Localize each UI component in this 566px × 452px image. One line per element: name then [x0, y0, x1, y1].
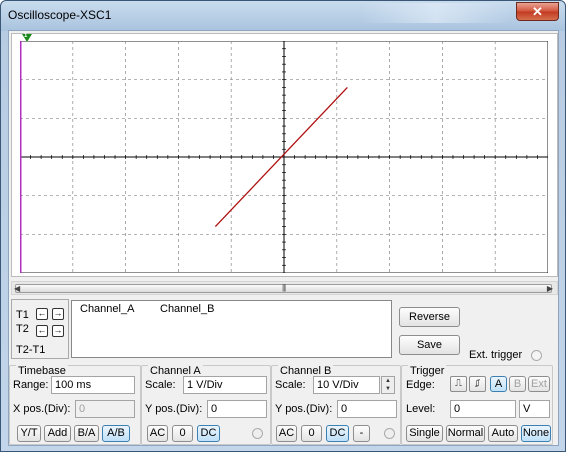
spin-down-icon[interactable]: ▼ — [382, 385, 394, 393]
title-glare — [361, 3, 511, 23]
channel-a-scale-label: Scale: — [145, 379, 176, 391]
channel-b-dc-button[interactable]: DC — [326, 425, 349, 442]
title-bar[interactable]: Oscilloscope-XSC1 ✕ — [1, 1, 565, 29]
rising-edge-icon[interactable]: ⎍ — [450, 376, 467, 392]
channel-b-zero-button[interactable]: 0 — [301, 425, 322, 442]
channel-b-minus-button[interactable]: - — [353, 425, 370, 442]
scroll-right-icon[interactable]: ▶ — [547, 284, 553, 293]
oscilloscope-window: Oscilloscope-XSC1 ✕ 1 ||| ◀ ▶ T1 ← → T2 … — [0, 0, 566, 452]
t2-label: T2 — [16, 323, 29, 335]
channel-a-ypos-input[interactable]: 0 — [207, 400, 267, 418]
channel-b-group: Channel B Scale: 10 V/Div ▲ ▼ Y pos.(Div… — [271, 365, 401, 445]
channel-b-ypos-input[interactable]: 0 — [337, 400, 397, 418]
client-area: 1 ||| ◀ ▶ T1 ← → T2 ← → T2-T1 Channel_A … — [8, 30, 559, 446]
mode-ab-button[interactable]: A/B — [102, 425, 130, 442]
scope-display — [20, 41, 548, 273]
trigger-title: Trigger — [408, 365, 447, 377]
trigger-source-a-button[interactable]: A — [490, 376, 507, 392]
scrollbar-thumb[interactable]: ||| — [15, 283, 552, 293]
cursor-readout-table: Channel_A Channel_B — [71, 300, 392, 358]
trigger-auto-button[interactable]: Auto — [488, 425, 518, 442]
scroll-left-icon[interactable]: ◀ — [14, 284, 20, 293]
channel-b-ac-button[interactable]: AC — [276, 425, 297, 442]
channel-a-scale-input[interactable]: 1 V/Div — [183, 376, 267, 394]
ext-trigger-label: Ext. trigger — [469, 349, 523, 361]
channel-a-ac-button[interactable]: AC — [147, 425, 168, 442]
scrollbar-grip-icon: ||| — [282, 283, 286, 292]
channel-a-group: Channel A Scale: 1 V/Div Y pos.(Div): 0 … — [141, 365, 271, 445]
spin-up-icon[interactable]: ▲ — [382, 377, 394, 385]
level-label: Level: — [406, 403, 436, 415]
window-title: Oscilloscope-XSC1 — [8, 8, 112, 22]
cursor-controls: T1 ← → T2 ← → T2-T1 — [11, 299, 69, 359]
level-unit-select[interactable]: V — [519, 400, 550, 418]
channel-b-scale-label: Scale: — [275, 379, 306, 391]
t2-left-arrow-icon[interactable]: ← — [36, 325, 48, 337]
t1-left-arrow-icon[interactable]: ← — [36, 308, 48, 320]
channel-b-ypos-label: Y pos.(Div): — [275, 403, 333, 415]
channel-a-zero-button[interactable]: 0 — [172, 425, 193, 442]
xpos-label: X pos.(Div): — [13, 403, 71, 415]
ext-trigger-radio[interactable] — [531, 350, 542, 361]
t2t1-label: T2-T1 — [16, 344, 46, 356]
scope-screen-frame: 1 — [11, 33, 558, 277]
channel-a-dc-button[interactable]: DC — [197, 425, 220, 442]
column-channel-a: Channel_A — [80, 303, 135, 315]
mode-add-button[interactable]: Add — [44, 425, 71, 442]
mode-ba-button[interactable]: B/A — [74, 425, 99, 442]
channel-a-ypos-label: Y pos.(Div): — [145, 403, 203, 415]
close-button[interactable]: ✕ — [516, 2, 559, 21]
range-input[interactable]: 100 ms — [51, 376, 135, 394]
t2-right-arrow-icon[interactable]: → — [52, 325, 64, 337]
timebase-group: Timebase Range: 100 ms X pos.(Div): 0 Y/… — [9, 365, 141, 445]
xpos-input[interactable]: 0 — [75, 400, 135, 418]
t1-label: T1 — [16, 309, 29, 321]
trigger-none-button[interactable]: None — [521, 425, 551, 442]
edge-label: Edge: — [406, 379, 435, 391]
reverse-button[interactable]: Reverse — [399, 307, 460, 327]
t1-right-arrow-icon[interactable]: → — [52, 308, 64, 320]
trigger-group: Trigger Edge: ⎍ ⎎ A B Ext Level: 0 V Sin… — [401, 365, 553, 445]
trigger-single-button[interactable]: Single — [406, 425, 443, 442]
cursor-t1-marker-label: 1 — [24, 33, 28, 39]
channel-b-radio[interactable] — [384, 428, 395, 439]
trigger-source-ext-button[interactable]: Ext — [528, 376, 550, 392]
save-button[interactable]: Save — [399, 335, 460, 355]
channel-b-scale-input[interactable]: 10 V/Div — [313, 376, 380, 394]
trigger-source-b-button[interactable]: B — [509, 376, 526, 392]
range-label: Range: — [13, 379, 49, 391]
mode-yt-button[interactable]: Y/T — [17, 425, 41, 442]
horizontal-scrollbar[interactable]: ||| ◀ ▶ — [11, 281, 558, 295]
channel-b-scale-spinner[interactable]: ▲ ▼ — [381, 376, 395, 394]
channel-a-radio[interactable] — [252, 428, 263, 439]
falling-edge-icon[interactable]: ⎎ — [469, 376, 486, 392]
column-channel-b: Channel_B — [160, 303, 215, 315]
trigger-normal-button[interactable]: Normal — [446, 425, 485, 442]
level-input[interactable]: 0 — [450, 400, 516, 418]
